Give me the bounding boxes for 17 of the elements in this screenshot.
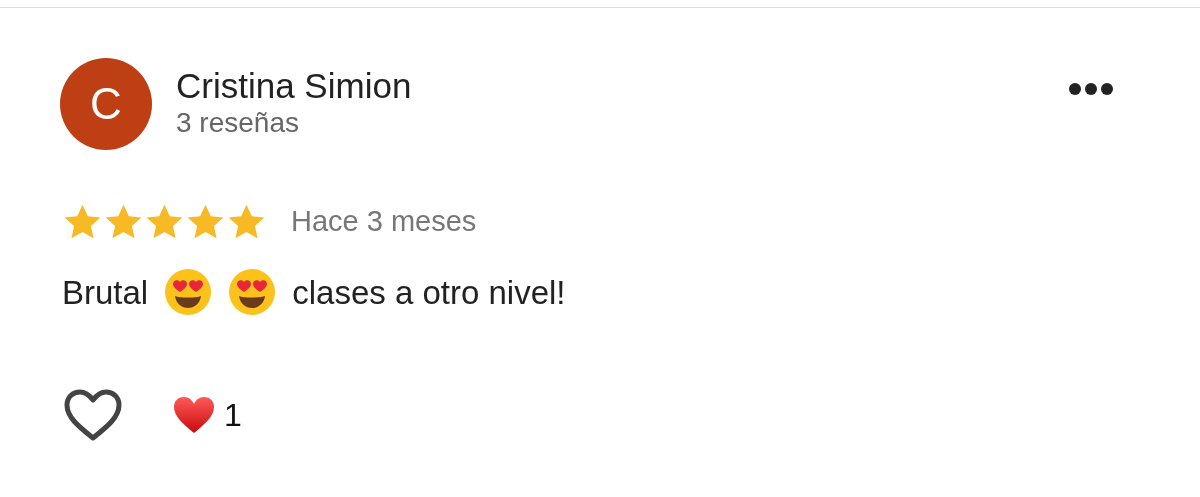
- review-text: clases a otro nivel!: [292, 272, 566, 313]
- more-options-button[interactable]: [1068, 82, 1114, 96]
- star-icon: [226, 202, 267, 241]
- author-name: Cristina Simion: [176, 66, 412, 106]
- heart-icon: [172, 395, 216, 435]
- review-time: Hace 3 meses: [291, 204, 477, 239]
- star-icon: [62, 202, 103, 241]
- avatar: C: [60, 58, 152, 150]
- like-button[interactable]: [62, 387, 124, 443]
- heart-eyes-emoji-icon: [228, 268, 277, 317]
- review-text: Brutal: [62, 272, 149, 313]
- review-count: 3 reseñas: [176, 106, 300, 141]
- star-icon: [103, 202, 144, 241]
- star-icon: [144, 202, 185, 241]
- heart-eyes-emoji-icon: [164, 268, 213, 317]
- star-icon: [185, 202, 226, 241]
- reaction-count: 1: [224, 396, 242, 435]
